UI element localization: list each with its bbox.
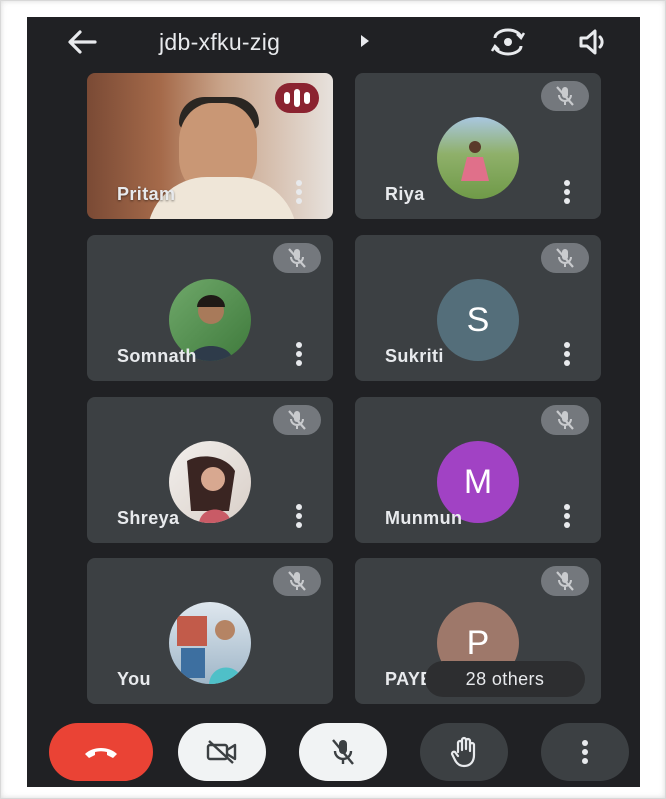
participant-tile-riya[interactable]: Riya (355, 73, 601, 219)
participant-name: Pritam (117, 184, 176, 204)
more-vert-icon[interactable] (563, 503, 571, 529)
participant-name: Shreya (117, 508, 180, 528)
avatar-initial: S (437, 279, 519, 361)
meet-call-screen: jdb-xfku-zig Pritam Riya Somnath S Sukri… (27, 17, 640, 787)
more-vert-icon[interactable] (295, 503, 303, 529)
participant-name: Munmun (385, 508, 463, 528)
more-vert-icon[interactable] (295, 179, 303, 205)
mic-off-icon (541, 566, 589, 596)
participant-tile-munmun[interactable]: M Munmun (355, 397, 601, 543)
end-call-button[interactable] (49, 723, 153, 781)
avatar (169, 441, 251, 523)
others-count-chip[interactable]: 28 others (425, 661, 585, 697)
mic-toggle-button[interactable] (299, 723, 387, 781)
screenshot-frame: jdb-xfku-zig Pritam Riya Somnath S Sukri… (0, 0, 666, 799)
raise-hand-button[interactable] (420, 723, 508, 781)
meeting-code[interactable]: jdb-xfku-zig (159, 29, 280, 56)
participant-tile-somnath[interactable]: Somnath (87, 235, 333, 381)
avatar (437, 117, 519, 199)
participant-tile-sukriti[interactable]: S Sukriti (355, 235, 601, 381)
mic-off-icon (541, 405, 589, 435)
audio-bars-icon (275, 83, 319, 113)
mic-off-icon (541, 81, 589, 111)
more-options-button[interactable] (541, 723, 629, 781)
participant-name: Somnath (117, 346, 197, 366)
more-vert-icon (582, 740, 588, 764)
avatar (169, 602, 251, 684)
mic-off-icon (332, 739, 354, 765)
participant-name: You (117, 669, 151, 689)
more-vert-icon[interactable] (563, 179, 571, 205)
videocam-off-icon (206, 740, 237, 764)
top-bar: jdb-xfku-zig (27, 17, 640, 67)
camera-switch-icon[interactable] (489, 25, 527, 59)
participant-name: Riya (385, 184, 425, 204)
mic-off-icon (273, 243, 321, 273)
more-vert-icon[interactable] (295, 341, 303, 367)
participant-tile-pritam[interactable]: Pritam (87, 73, 333, 219)
more-vert-icon[interactable] (563, 341, 571, 367)
camera-toggle-button[interactable] (178, 723, 266, 781)
participant-tile-shreya[interactable]: Shreya (87, 397, 333, 543)
mic-off-icon (273, 405, 321, 435)
hand-icon (450, 736, 476, 768)
mic-off-icon (541, 243, 589, 273)
speaker-icon[interactable] (577, 27, 613, 57)
arrow-left-icon[interactable] (65, 27, 99, 57)
mic-off-icon (273, 566, 321, 596)
participant-name: Sukriti (385, 346, 444, 366)
caret-right-icon[interactable] (361, 35, 369, 47)
phone-hangup-icon (85, 748, 117, 758)
participant-tile-you[interactable]: You (87, 558, 333, 704)
